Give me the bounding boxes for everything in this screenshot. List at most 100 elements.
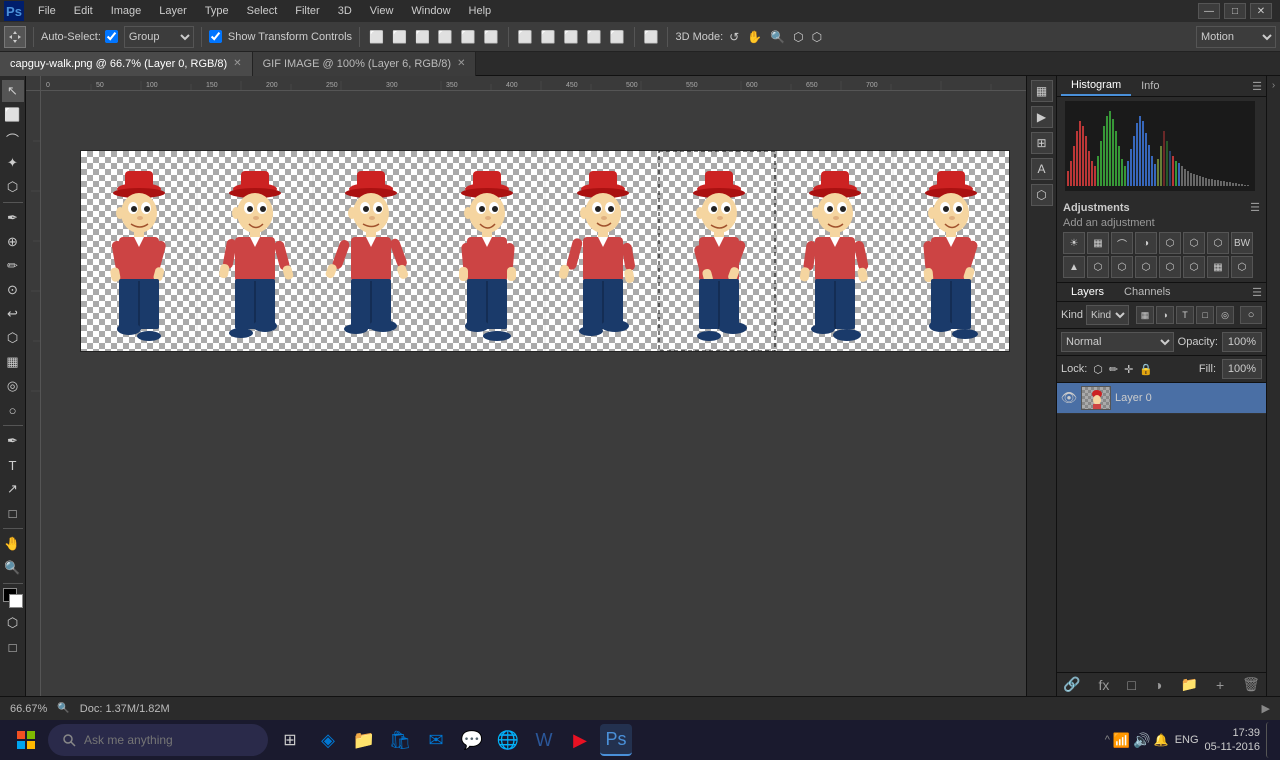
start-btn[interactable] xyxy=(8,722,44,758)
align-right-btn[interactable]: ⬜ xyxy=(413,28,432,46)
group-select[interactable]: Group Layer xyxy=(124,26,194,48)
opacity-input[interactable] xyxy=(1222,332,1262,352)
tool-brush[interactable]: ✏ xyxy=(2,255,24,277)
adj-photofilter[interactable]: ▲ xyxy=(1063,256,1085,278)
adj-hsl[interactable]: ⬡ xyxy=(1183,232,1205,254)
workspace-select[interactable]: Motion Essentials xyxy=(1196,26,1276,48)
show-desktop-btn[interactable] xyxy=(1266,722,1272,758)
delete-layer-btn[interactable]: 🗑 xyxy=(1242,676,1260,693)
adj-menu-btn[interactable]: ☰ xyxy=(1250,201,1260,214)
tool-wand[interactable]: ✦ xyxy=(2,152,24,174)
tool-blur[interactable]: ◎ xyxy=(2,375,24,397)
collapse-panel-btn[interactable]: › xyxy=(1266,76,1280,696)
distribute-3-btn[interactable]: ⬜ xyxy=(562,28,581,46)
new-adjustment-btn[interactable]: ◑ xyxy=(1154,677,1162,693)
align-middle-btn[interactable]: ⬜ xyxy=(459,28,478,46)
3d-rotate-btn[interactable]: ↺ xyxy=(727,28,741,46)
adj-exposure[interactable]: ◑ xyxy=(1135,232,1157,254)
link-layers-btn[interactable]: 🔗 xyxy=(1063,676,1080,693)
adj-threshold[interactable]: ⬡ xyxy=(1183,256,1205,278)
filter-adj-icon[interactable]: ◑ xyxy=(1156,306,1174,324)
tool-pen[interactable]: ✒ xyxy=(2,430,24,452)
layer-style-btn[interactable]: fx xyxy=(1098,677,1109,693)
fill-input[interactable] xyxy=(1222,359,1262,379)
search-input[interactable] xyxy=(84,733,244,747)
menu-select[interactable]: Select xyxy=(239,3,286,19)
tab-gif-close[interactable]: ✕ xyxy=(457,58,465,69)
3d-extra-btn[interactable]: ⬡ xyxy=(791,28,805,46)
tab-capguy-close[interactable]: ✕ xyxy=(233,58,241,69)
taskbar-mail-icon[interactable]: ✉ xyxy=(420,724,452,756)
taskbar-store-icon[interactable]: 🛍 xyxy=(384,724,416,756)
move-tool-btn[interactable] xyxy=(4,26,26,48)
lock-image-icon[interactable]: ✏ xyxy=(1109,363,1118,376)
lock-all-icon[interactable]: 🔒 xyxy=(1139,363,1153,376)
align-bottom-btn[interactable]: ⬜ xyxy=(482,28,501,46)
tool-eraser[interactable]: ⬡ xyxy=(2,327,24,349)
adj-colorbalance[interactable]: ⬡ xyxy=(1207,232,1229,254)
taskbar-photoshop-icon[interactable]: Ps xyxy=(600,724,632,756)
panel-icon-3[interactable]: A xyxy=(1031,158,1053,180)
tool-clone[interactable]: ⊙ xyxy=(2,279,24,301)
status-arrow[interactable]: ▶ xyxy=(1262,702,1270,715)
tool-gradient[interactable]: ▦ xyxy=(2,351,24,373)
canvas-container[interactable] xyxy=(41,91,1026,696)
tool-path[interactable]: ↗ xyxy=(2,478,24,500)
filter-toggle[interactable]: ○ xyxy=(1240,306,1262,324)
layers-tab[interactable]: Layers xyxy=(1061,283,1114,301)
task-view-btn[interactable]: ⊞ xyxy=(272,722,308,758)
menu-image[interactable]: Image xyxy=(103,3,150,19)
3d-zoom-btn[interactable]: 🔍 xyxy=(768,28,787,46)
new-layer-btn[interactable]: + xyxy=(1216,677,1224,693)
panel-icon-play[interactable]: ▶ xyxy=(1031,106,1053,128)
menu-view[interactable]: View xyxy=(362,3,402,19)
fg-bg-colors[interactable] xyxy=(3,588,23,608)
3d-extra2-btn[interactable]: ⬡ xyxy=(810,28,824,46)
taskbar-skype-icon[interactable]: 💬 xyxy=(456,724,488,756)
tool-crop[interactable]: ⬡ xyxy=(2,176,24,198)
restore-btn[interactable]: □ xyxy=(1224,3,1246,19)
adj-channelmixer[interactable]: ⬡ xyxy=(1087,256,1109,278)
tool-text[interactable]: T xyxy=(2,454,24,476)
panel-icon-2[interactable]: ⊞ xyxy=(1031,132,1053,154)
new-group-btn[interactable]: 📁 xyxy=(1180,676,1197,693)
align-left-btn[interactable]: ⬜ xyxy=(367,28,386,46)
histogram-tab[interactable]: Histogram xyxy=(1061,76,1131,96)
menu-help[interactable]: Help xyxy=(461,3,500,19)
adj-levels[interactable]: ▦ xyxy=(1087,232,1109,254)
panel-menu-btn[interactable]: ☰ xyxy=(1252,80,1262,93)
adj-posterize[interactable]: ⬡ xyxy=(1159,256,1181,278)
align-top-btn[interactable]: ⬜ xyxy=(436,28,455,46)
tool-lasso[interactable]: ⌒ xyxy=(2,128,24,150)
tool-shape[interactable]: □ xyxy=(2,502,24,524)
tool-mask[interactable]: ⬡ xyxy=(2,612,24,634)
filter-shape-icon[interactable]: □ xyxy=(1196,306,1214,324)
minimize-btn[interactable]: — xyxy=(1198,3,1220,19)
adj-vibrance[interactable]: ⬡ xyxy=(1159,232,1181,254)
tray-volume-icon[interactable]: 🔊 xyxy=(1133,732,1150,749)
tool-heal[interactable]: ⊕ xyxy=(2,231,24,253)
taskbar-media-icon[interactable]: ▶ xyxy=(564,724,596,756)
taskbar-explorer-icon[interactable]: 📁 xyxy=(348,724,380,756)
tool-move[interactable]: ↖ xyxy=(2,80,24,102)
channels-tab[interactable]: Channels xyxy=(1114,283,1180,301)
close-btn[interactable]: ✕ xyxy=(1250,3,1272,19)
tray-chevron[interactable]: ^ xyxy=(1105,734,1110,746)
adj-invert[interactable]: ⬡ xyxy=(1135,256,1157,278)
menu-file[interactable]: File xyxy=(30,3,64,19)
adj-colorlookup[interactable]: ⬡ xyxy=(1111,256,1133,278)
tab-capguy[interactable]: capguy-walk.png @ 66.7% (Layer 0, RGB/8)… xyxy=(0,52,253,76)
adj-curves[interactable]: ⌒ xyxy=(1111,232,1133,254)
layer-visibility-icon[interactable]: 👁 xyxy=(1061,390,1077,406)
distribute-4-btn[interactable]: ⬜ xyxy=(585,28,604,46)
tab-gif[interactable]: GIF IMAGE @ 100% (Layer 6, RGB/8) ✕ xyxy=(253,52,477,76)
auto-select-checkbox[interactable] xyxy=(105,30,118,43)
blend-mode-select[interactable]: Normal Multiply Screen xyxy=(1061,332,1174,352)
panel-icon-1[interactable]: ▦ xyxy=(1031,80,1053,102)
3d-pan-btn[interactable]: ✋ xyxy=(745,28,764,46)
tool-marquee[interactable]: ⬜ xyxy=(2,104,24,126)
transform-checkbox[interactable] xyxy=(209,30,222,43)
menu-filter[interactable]: Filter xyxy=(287,3,327,19)
lock-position-icon[interactable]: ✛ xyxy=(1124,363,1133,376)
menu-edit[interactable]: Edit xyxy=(66,3,101,19)
